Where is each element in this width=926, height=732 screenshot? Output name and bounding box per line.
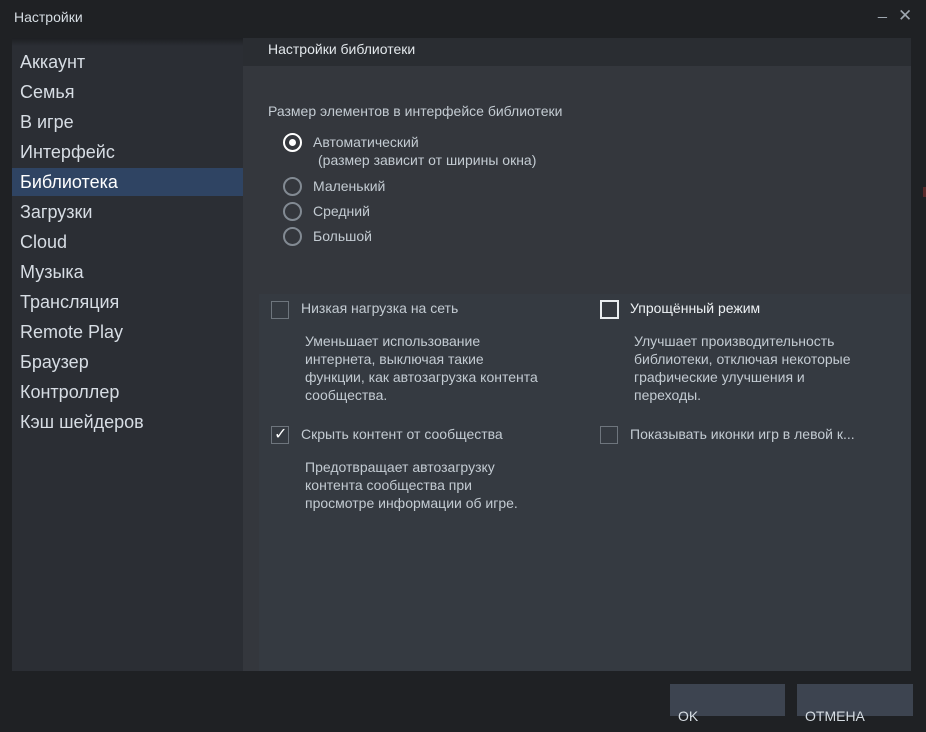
- cancel-button[interactable]: ОТМЕНА: [797, 684, 913, 724]
- sidebar-item-interface[interactable]: Интерфейс: [12, 138, 243, 166]
- sidebar-item-label: Аккаунт: [20, 52, 86, 72]
- minimize-icon[interactable]: _: [878, 2, 887, 20]
- radio-button[interactable]: [283, 202, 302, 221]
- cancel-button-label: ОТМЕНА: [805, 708, 865, 724]
- sidebar-item-shader-cache[interactable]: Кэш шейдеров: [12, 408, 243, 436]
- sidebar-item-label: Cloud: [20, 232, 68, 252]
- sidebar-item-cloud[interactable]: Cloud: [12, 228, 243, 256]
- settings-panel: Настройки библиотеки Размер элементов в …: [243, 38, 911, 671]
- ok-button-label: OK: [678, 708, 699, 724]
- sidebar-item-label: Загрузки: [20, 202, 93, 222]
- show-icons-label: Показывать иконки игр в левой к...: [630, 426, 855, 442]
- ok-button[interactable]: OK: [670, 684, 785, 724]
- sidebar-item-browser[interactable]: Браузер: [12, 348, 243, 376]
- low-bandwidth-desc: Уменьшает использование интернета, выклю…: [305, 333, 538, 403]
- sidebar-item-label: Контроллер: [20, 382, 120, 402]
- show-icons-checkbox[interactable]: [600, 426, 618, 444]
- hide-community-checkbox[interactable]: ✓: [271, 426, 289, 444]
- window-title: Настройки: [14, 9, 83, 25]
- sidebar-item-remote-play[interactable]: Remote Play: [12, 318, 243, 346]
- auto-size-note: (размер зависит от ширины окна): [318, 152, 537, 168]
- sidebar-item-label: Библиотека: [20, 172, 118, 192]
- sidebar-item-label: В игре: [20, 112, 74, 132]
- sidebar-item-label: Браузер: [20, 352, 89, 372]
- sidebar-item-label: Кэш шейдеров: [20, 412, 144, 432]
- size-section-title: Размер элементов в интерфейсе библиотеки: [268, 103, 563, 119]
- hide-community-label: Скрыть контент от сообщества: [301, 426, 503, 442]
- sidebar-item-label: Музыка: [20, 262, 84, 282]
- title-bar: Настройки _ ✕: [0, 0, 926, 36]
- radio-button[interactable]: [283, 227, 302, 246]
- radio-label: Большой: [313, 228, 372, 244]
- sidebar-item-music[interactable]: Музыка: [12, 258, 243, 286]
- library-options-area: Низкая нагрузка на сеть Уменьшает исполь…: [259, 294, 911, 671]
- sidebar-item-family[interactable]: Семья: [12, 78, 243, 106]
- sidebar-item-account[interactable]: Аккаунт: [12, 48, 243, 76]
- sidebar-item-downloads[interactable]: Загрузки: [12, 198, 243, 226]
- page-title: Настройки библиотеки: [268, 41, 416, 57]
- sidebar-item-ingame[interactable]: В игре: [12, 108, 243, 136]
- checkmark-icon: ✓: [274, 426, 288, 443]
- low-bandwidth-label: Низкая нагрузка на сеть: [301, 300, 459, 316]
- sidebar-item-label: Remote Play: [20, 322, 124, 342]
- low-perf-label: Упрощённый режим: [630, 300, 761, 316]
- sidebar-item-controller[interactable]: Контроллер: [12, 378, 243, 406]
- hide-community-desc: Предотвращает автозагрузку контента сооб…: [305, 459, 518, 511]
- sidebar-item-label: Трансляция: [20, 292, 120, 312]
- radio-label: Средний: [313, 203, 370, 219]
- sidebar: Аккаунт Семья В игре Интерфейс Библиотек…: [12, 38, 243, 671]
- sidebar-item-library[interactable]: Библиотека: [12, 168, 243, 196]
- low-perf-desc: Улучшает производительность библиотеки, …: [634, 333, 851, 403]
- radio-label: Автоматический: [313, 134, 419, 150]
- radio-label: Маленький: [313, 178, 386, 194]
- radio-button[interactable]: [283, 133, 302, 152]
- radio-button[interactable]: [283, 177, 302, 196]
- low-perf-checkbox[interactable]: [600, 300, 619, 319]
- panel-header: Настройки библиотеки: [243, 38, 911, 66]
- low-bandwidth-checkbox[interactable]: [271, 301, 289, 319]
- sidebar-item-broadcasting[interactable]: Трансляция: [12, 288, 243, 316]
- close-icon[interactable]: ✕: [898, 6, 912, 26]
- sidebar-item-label: Семья: [20, 82, 75, 102]
- sidebar-item-label: Интерфейс: [20, 142, 115, 162]
